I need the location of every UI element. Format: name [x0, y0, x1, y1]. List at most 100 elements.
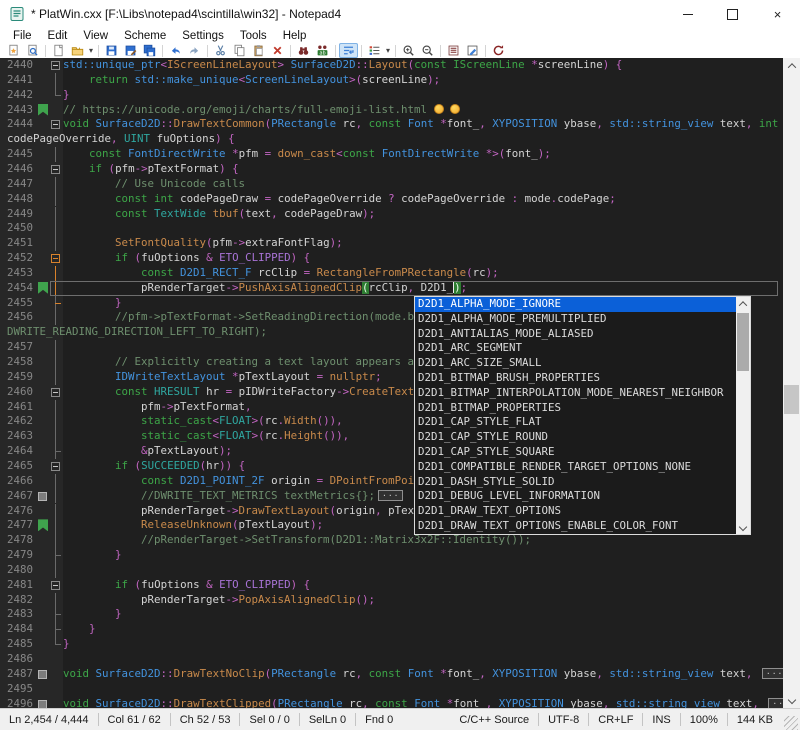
- autocomplete-item[interactable]: D2D1_ALPHA_MODE_IGNORE: [415, 297, 750, 312]
- line-number[interactable]: 2454: [0, 281, 33, 296]
- code-line[interactable]: 2449 const TextWide tbuf(text, codePageD…: [0, 207, 783, 222]
- fold-collapse-button[interactable]: [51, 120, 60, 129]
- code-line[interactable]: 2482 pRenderTarget->PopAxisAlignedClip()…: [0, 593, 783, 608]
- autocomplete-item[interactable]: D2D1_DEBUG_LEVEL_INFORMATION: [415, 489, 750, 504]
- scrollbar-down-button[interactable]: [783, 692, 800, 708]
- minimize-button[interactable]: [665, 0, 710, 28]
- paste-button[interactable]: [249, 43, 268, 58]
- autocomplete-item[interactable]: D2D1_COMPATIBLE_RENDER_TARGET_OPTIONS_NO…: [415, 460, 750, 475]
- autocomplete-item[interactable]: D2D1_ALPHA_MODE_PREMULTIPLIED: [415, 312, 750, 327]
- zoom-out-button[interactable]: [418, 43, 437, 58]
- status-right-5[interactable]: 144 KB: [728, 714, 782, 726]
- bookmark-icon[interactable]: [38, 519, 48, 531]
- status-left-4[interactable]: SelLn 0: [300, 714, 355, 726]
- line-number[interactable]: 2486: [0, 652, 33, 667]
- line-number[interactable]: 2453: [0, 266, 33, 281]
- status-right-1[interactable]: UTF-8: [539, 714, 588, 726]
- fold-collapse-button[interactable]: [51, 254, 60, 263]
- autocomplete-item[interactable]: D2D1_CAP_STYLE_SQUARE: [415, 445, 750, 460]
- fold-collapse-button[interactable]: [51, 462, 60, 471]
- status-right-4[interactable]: 100%: [681, 714, 727, 726]
- line-number[interactable]: 2495: [0, 682, 33, 697]
- scheme-select-button[interactable]: [365, 43, 384, 58]
- maximize-button[interactable]: [710, 0, 755, 28]
- line-number[interactable]: 2466: [0, 474, 33, 489]
- bookmark-icon[interactable]: [38, 282, 48, 294]
- browse-button[interactable]: [23, 43, 42, 58]
- code-line[interactable]: 2443// https://unicode.org/emoji/charts/…: [0, 103, 783, 118]
- menu-item-view[interactable]: View: [75, 30, 116, 42]
- status-right-3[interactable]: INS: [643, 714, 679, 726]
- code-line[interactable]: 2481 if (fuOptions & ETO_CLIPPED) {: [0, 578, 783, 593]
- line-number[interactable]: 2446: [0, 162, 33, 177]
- code-line[interactable]: 2484 }: [0, 622, 783, 637]
- favorites-button[interactable]: [4, 43, 23, 58]
- scrollbar-thumb[interactable]: [784, 385, 799, 414]
- code-line[interactable]: 2447 // Use Unicode calls: [0, 177, 783, 192]
- autocomplete-item[interactable]: D2D1_ARC_SEGMENT: [415, 341, 750, 356]
- code-line[interactable]: 2448 const int codePageDraw = codePageOv…: [0, 192, 783, 207]
- code-line[interactable]: 2487void SurfaceD2D::DrawTextNoClip(PRec…: [0, 667, 783, 682]
- open-folder-button[interactable]: [68, 43, 87, 58]
- scrollbar-up-button[interactable]: [783, 58, 800, 74]
- line-number[interactable]: 2456: [0, 310, 33, 325]
- resize-grip[interactable]: [784, 716, 798, 730]
- line-number[interactable]: 2462: [0, 414, 33, 429]
- reload-button[interactable]: [489, 43, 508, 58]
- status-left-3[interactable]: Sel 0 / 0: [240, 714, 298, 726]
- cut-button[interactable]: [211, 43, 230, 58]
- code-line[interactable]: 2450: [0, 221, 783, 236]
- code-line[interactable]: 2441 return std::make_unique<ScreenLineL…: [0, 73, 783, 88]
- close-button[interactable]: ×: [755, 0, 800, 28]
- save-button[interactable]: [102, 43, 121, 58]
- autocomplete-item[interactable]: D2D1_DASH_STYLE_SOLID: [415, 475, 750, 490]
- code-line-wrapped[interactable]: codePageOverride, UINT fuOptions) {: [0, 132, 783, 147]
- line-number[interactable]: 2445: [0, 147, 33, 162]
- open-folder-dropdown[interactable]: ▾: [87, 46, 95, 55]
- line-number[interactable]: 2480: [0, 563, 33, 578]
- line-number[interactable]: 2467: [0, 489, 33, 504]
- line-number[interactable]: 2464: [0, 444, 33, 459]
- code-editor[interactable]: 2440std::unique_ptr<IScreenLineLayout> S…: [0, 58, 800, 708]
- autocomplete-item[interactable]: D2D1_BITMAP_PROPERTIES: [415, 401, 750, 416]
- line-number[interactable]: 2449: [0, 207, 33, 222]
- line-number[interactable]: 2484: [0, 622, 33, 637]
- autocomplete-item[interactable]: D2D1_CAP_STYLE_ROUND: [415, 430, 750, 445]
- status-left-5[interactable]: Fnd 0: [356, 714, 402, 726]
- menu-item-settings[interactable]: Settings: [174, 30, 232, 42]
- scroll-down-arrow-icon[interactable]: [736, 520, 750, 534]
- autocomplete-item[interactable]: D2D1_CAP_STYLE_FLAT: [415, 415, 750, 430]
- line-number[interactable]: 2450: [0, 221, 33, 236]
- zoom-in-button[interactable]: [399, 43, 418, 58]
- line-number[interactable]: 2478: [0, 533, 33, 548]
- code-line[interactable]: 2485}: [0, 637, 783, 652]
- folded-region-icon[interactable]: [38, 492, 47, 501]
- redo-button[interactable]: [185, 43, 204, 58]
- find-button[interactable]: [294, 43, 313, 58]
- code-line[interactable]: 2496void SurfaceD2D::DrawTextClipped(PRe…: [0, 697, 783, 708]
- line-number[interactable]: 2451: [0, 236, 33, 251]
- line-number[interactable]: 2440: [0, 58, 33, 73]
- code-line[interactable]: 2446 if (pfm->pTextFormat) {: [0, 162, 783, 177]
- line-number[interactable]: 2479: [0, 548, 33, 563]
- line-number[interactable]: 2457: [0, 340, 33, 355]
- fold-collapse-button[interactable]: [51, 388, 60, 397]
- line-number[interactable]: 2460: [0, 385, 33, 400]
- line-number[interactable]: 2481: [0, 578, 33, 593]
- line-number[interactable]: 2452: [0, 251, 33, 266]
- undo-button[interactable]: [166, 43, 185, 58]
- line-number[interactable]: 2442: [0, 88, 33, 103]
- view-document-button[interactable]: [444, 43, 463, 58]
- delete-button[interactable]: [268, 43, 287, 58]
- status-left-2[interactable]: Ch 52 / 53: [171, 714, 240, 726]
- status-left-0[interactable]: Ln 2,454 / 4,444: [0, 714, 98, 726]
- line-number[interactable]: 2487: [0, 667, 33, 682]
- code-line[interactable]: 2442}: [0, 88, 783, 103]
- line-number[interactable]: 2458: [0, 355, 33, 370]
- code-line[interactable]: 2478 //pRenderTarget->SetTransform(D2D1:…: [0, 533, 783, 548]
- code-line[interactable]: 2445 const FontDirectWrite *pfm = down_c…: [0, 147, 783, 162]
- code-line[interactable]: 2479 }: [0, 548, 783, 563]
- code-line[interactable]: 2452 if (fuOptions & ETO_CLIPPED) {: [0, 251, 783, 266]
- menu-item-file[interactable]: File: [5, 30, 40, 42]
- autocomplete-item[interactable]: D2D1_BITMAP_INTERPOLATION_MODE_NEAREST_N…: [415, 386, 750, 401]
